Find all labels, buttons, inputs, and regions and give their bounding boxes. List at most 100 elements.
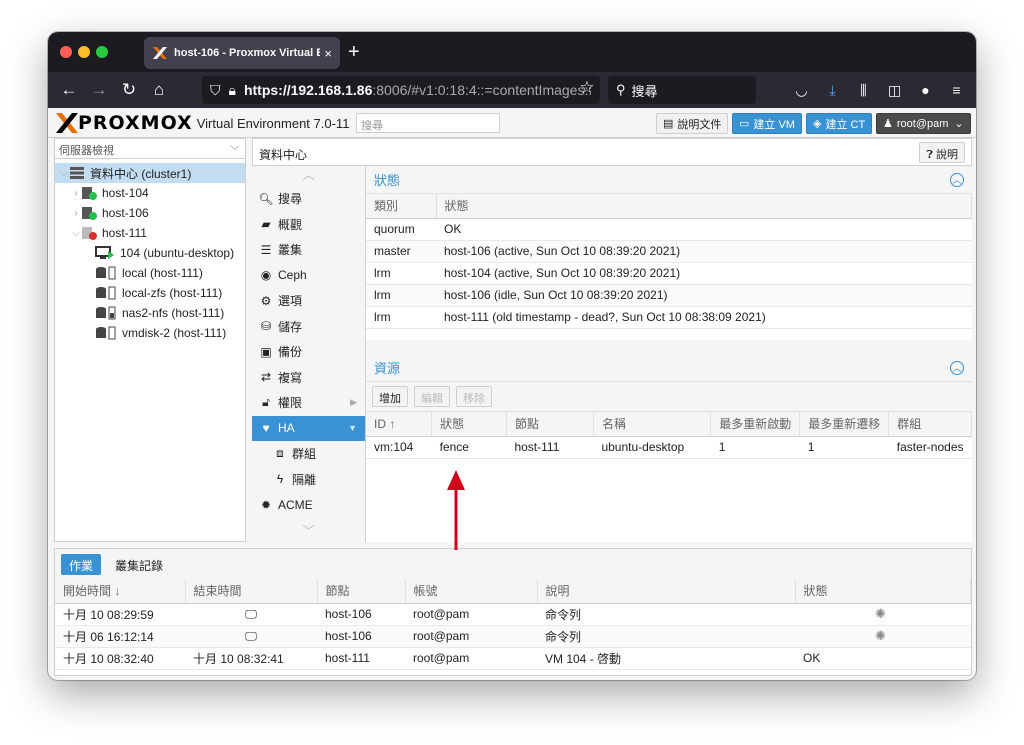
column-header[interactable]: 結束時間 <box>185 579 318 604</box>
bolt-icon: ϟ <box>276 472 284 487</box>
table-row[interactable]: 十月 10 08:29:59 🖵︎ host-106 root@pam 命令列 … <box>55 603 971 626</box>
table-row[interactable]: lrm host-106 (idle, Sun Oct 10 08:39:20 2… <box>366 284 972 307</box>
nav-item-options[interactable]: ⚙︎ 選項 <box>252 288 365 314</box>
nav-item-search[interactable]: 🔍︎ 搜尋 <box>252 186 365 212</box>
nav-label: Ceph <box>278 268 307 283</box>
column-header[interactable]: 狀態 <box>795 579 971 604</box>
table-cell: host-106 (idle, Sun Oct 10 08:39:20 2021… <box>436 284 972 307</box>
table-row[interactable]: lrm host-111 (old timestamp - dead?, Sun … <box>366 306 972 329</box>
column-header[interactable]: 狀態 <box>436 194 972 219</box>
table-row[interactable]: vm:104 fence host-111 ubuntu-desktop 1 1… <box>366 436 972 459</box>
column-header[interactable]: 名稱 <box>593 412 712 437</box>
browser-search-input[interactable]: ⚲ 搜尋 <box>608 76 756 104</box>
nav-item-acme[interactable]: ✹ ACME <box>252 492 365 518</box>
column-header[interactable]: 最多重新啟動 <box>710 412 801 437</box>
user-menu-button[interactable]: ♟ root@pam ⌄ <box>876 113 971 134</box>
view-selector[interactable]: 伺服器檢視 ⌵ <box>55 139 245 159</box>
scroll-down-icon[interactable]: ﹀ <box>252 522 365 542</box>
tree-node-host-106[interactable]: › host-106 <box>55 203 245 223</box>
collapse-up-icon[interactable]: ︿ <box>950 360 964 375</box>
nav-item-permissions[interactable]: 🔓︎ 權限 ▶ <box>252 390 365 416</box>
nav-item-summary[interactable]: ▰ 概觀 <box>252 212 365 238</box>
library-icon[interactable]: ⫼ <box>848 82 879 99</box>
close-window-button[interactable] <box>60 46 72 58</box>
remove-button[interactable]: 移除 <box>456 386 492 407</box>
nav-item-backup[interactable]: ▣ 備份 <box>252 339 365 365</box>
pve-search-input[interactable]: 搜尋 <box>356 113 500 133</box>
nav-item-ha[interactable]: ♥ HA ▼ <box>252 415 365 441</box>
table-cell: OK <box>436 218 972 241</box>
new-tab-button[interactable]: + <box>348 40 360 64</box>
zoom-window-button[interactable] <box>96 46 108 58</box>
tree-node-host-104[interactable]: › host-104 <box>55 183 245 203</box>
tree-node-label: local (host-111) <box>122 266 203 280</box>
nav-item-ha-fencing[interactable]: ϟ 隔離 <box>252 467 365 493</box>
expand-icon[interactable]: › <box>71 208 81 219</box>
column-header[interactable]: 節點 <box>506 412 594 437</box>
book-icon: ▤ <box>663 118 674 130</box>
column-header[interactable]: 節點 <box>317 579 406 604</box>
nav-label: 儲存 <box>278 319 303 334</box>
bookmark-star-icon[interactable]: ☆ <box>572 78 602 98</box>
edit-button[interactable]: 編輯 <box>414 386 450 407</box>
account-icon[interactable]: ● <box>910 82 941 98</box>
menu-icon[interactable]: ≡ <box>941 82 972 98</box>
nav-item-replication[interactable]: ⇄ 複寫 <box>252 365 365 391</box>
column-header[interactable]: 最多重新遷移 <box>799 412 890 437</box>
table-row[interactable]: master host-106 (active, Sun Oct 10 08:39… <box>366 240 972 263</box>
collapse-icon[interactable]: ⌵ <box>59 168 69 179</box>
home-icon[interactable]: ⌂ <box>144 80 174 100</box>
vm-running-icon <box>95 246 115 260</box>
tree-node-datacenter[interactable]: ⌵ 資料中心 (cluster1) <box>55 163 245 183</box>
column-header[interactable]: ID ↑ <box>366 412 433 437</box>
tree-node-storage-local-zfs[interactable]: local-zfs (host-111) <box>55 283 245 303</box>
create-ct-button[interactable]: ◈ 建立 CT <box>806 113 873 134</box>
address-bar[interactable]: ⛉ 🔒︎ https://192.168.1.86 :8006/#v1:0:18… <box>202 76 600 104</box>
sidebar-icon[interactable]: ◫ <box>879 82 910 99</box>
table-row[interactable]: 十月 10 08:32:40 十月 10 08:32:41 host-111 r… <box>55 647 971 670</box>
download-icon[interactable]: ⤓ <box>817 82 848 99</box>
expand-icon[interactable]: › <box>71 188 81 199</box>
table-cell: lrm <box>366 262 436 285</box>
column-header[interactable]: 群組 <box>888 412 972 437</box>
create-vm-button[interactable]: ▭ 建立 VM <box>732 113 802 134</box>
collapse-icon[interactable]: ⌵ <box>71 228 81 239</box>
table-row[interactable]: 十月 06 16:12:14 🖵︎ host-106 root@pam 命令列 … <box>55 625 971 648</box>
reload-icon[interactable]: ↻ <box>114 80 144 100</box>
tab-cluster-log[interactable]: 叢集記錄 <box>107 554 171 575</box>
add-button[interactable]: 增加 <box>372 386 408 407</box>
column-header[interactable]: 開始時間 ↓ <box>55 579 186 604</box>
column-header[interactable]: 說明 <box>537 579 796 604</box>
table-row[interactable]: lrm host-104 (active, Sun Oct 10 08:39:20… <box>366 262 972 285</box>
column-header[interactable]: 帳號 <box>405 579 538 604</box>
table-cell: 命令列 <box>537 603 795 626</box>
back-icon[interactable]: ← <box>54 80 84 100</box>
nav-bar: ← → ↻ ⌂ ⛉ 🔒︎ https://192.168.1.86 :8006/… <box>48 72 976 108</box>
tree-node-storage-vmdisk-2[interactable]: vmdisk-2 (host-111) <box>55 323 245 343</box>
nav-item-cluster[interactable]: ☰ 叢集 <box>252 237 365 263</box>
minimize-window-button[interactable] <box>78 46 90 58</box>
tree-node-storage-local[interactable]: local (host-111) <box>55 263 245 283</box>
docs-button[interactable]: ▤ 說明文件 <box>656 113 729 134</box>
table-row[interactable]: quorum OK <box>366 218 972 241</box>
tab-tasks[interactable]: 作業 <box>61 553 102 575</box>
status-panel-title: 狀態 <box>374 173 401 188</box>
nav-item-ha-groups[interactable]: ⧈ 群組 <box>252 441 365 467</box>
help-button[interactable]: ❓︎ 說明 <box>919 142 965 163</box>
nav-item-storage[interactable]: ⛁ 儲存 <box>252 314 365 340</box>
nav-label: 備份 <box>278 345 303 360</box>
collapse-up-icon[interactable]: ︿ <box>950 172 964 187</box>
tree-node-storage-nas2-nfs[interactable]: nas2-nfs (host-111) <box>55 303 245 323</box>
tree-node-host-111[interactable]: ⌵ host-111 <box>55 223 245 243</box>
pocket-icon[interactable]: ◡ <box>786 82 817 99</box>
column-header[interactable]: 類別 <box>366 194 437 219</box>
datacenter-nav: ︿ 🔍︎ 搜尋 ▰ 概觀 ☰ 叢集 ◉ Ceph ⚙︎ 選項 ⛁ 儲存 ▣ 備份 ⇄ 複寫 🔓︎… <box>252 166 366 542</box>
table-cell: host-106 <box>317 625 405 648</box>
scroll-up-icon[interactable]: ︿ <box>252 166 365 186</box>
tree-node-vm-104[interactable]: 104 (ubuntu-desktop) <box>55 243 245 263</box>
forward-icon[interactable]: → <box>84 80 114 100</box>
nav-item-ceph[interactable]: ◉ Ceph <box>252 263 365 289</box>
column-header[interactable]: 狀態 <box>431 412 507 437</box>
tab-close-icon[interactable]: × <box>324 46 332 61</box>
browser-tab[interactable]: host-106 - Proxmox Virtual Envi × <box>144 37 340 69</box>
